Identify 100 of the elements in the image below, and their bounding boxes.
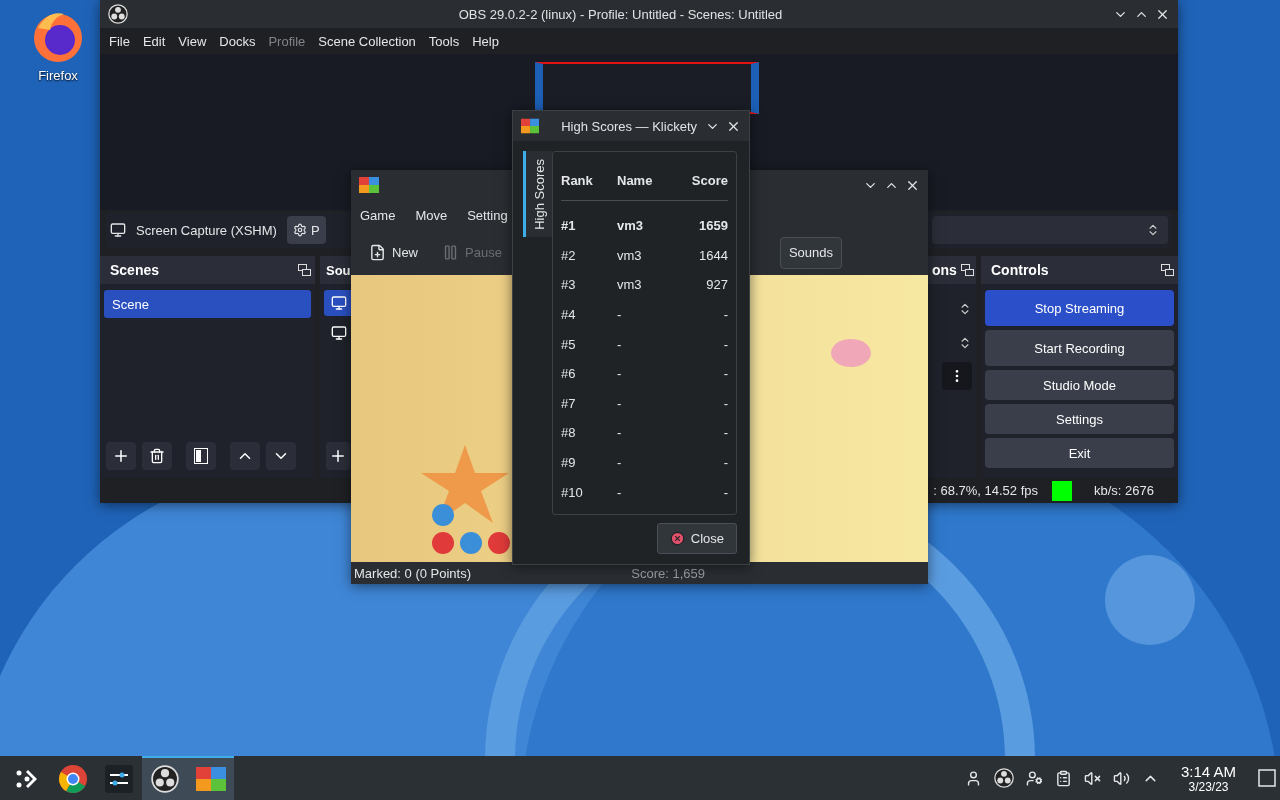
bitrate-stats: kb/s: 2676	[1094, 483, 1154, 498]
source-item[interactable]	[324, 290, 354, 316]
scene-item[interactable]: Scene	[104, 290, 311, 318]
control-button[interactable]: Studio Mode	[985, 370, 1174, 400]
menu-item[interactable]: View	[178, 33, 207, 49]
score-status: Score: 1,659	[631, 565, 705, 581]
undock-icon	[298, 264, 311, 276]
table-cell-text: #9	[561, 455, 577, 471]
menu-item[interactable]: Move	[415, 207, 448, 223]
volume-icon[interactable]	[1112, 769, 1130, 787]
undock-icon	[1161, 264, 1174, 276]
table-cell-text: 1644	[698, 247, 728, 263]
table-cell-text: #3	[561, 277, 577, 293]
table-cell-text: #1	[561, 218, 577, 234]
table-cell-text: -	[617, 455, 623, 471]
table-cell-text: vm3	[617, 277, 643, 293]
table-cell-text: -	[722, 455, 728, 471]
four-color-icon	[196, 767, 226, 791]
menu-item[interactable]: Docks	[219, 33, 256, 49]
table-cell-text: -	[617, 395, 623, 411]
stream-health-indicator	[1052, 480, 1072, 501]
table-cell-text: 1659	[698, 218, 728, 234]
clipboard-icon[interactable]	[1054, 769, 1072, 787]
table-cell-text: -	[722, 307, 728, 323]
table-cell-text: #6	[561, 366, 577, 382]
menu-item[interactable]: Scene Collection	[318, 33, 416, 49]
table-cell-text: vm3	[617, 247, 643, 263]
obs-logo-icon	[151, 765, 179, 793]
table-cell-text: -	[722, 425, 728, 441]
menu-item[interactable]: Edit	[142, 33, 166, 49]
table-cell-text: #5	[561, 336, 577, 352]
properties-button[interactable]: P	[286, 216, 326, 244]
add-button[interactable]	[106, 442, 136, 470]
table-cell-text: -	[617, 366, 623, 382]
control-button[interactable]: Settings	[985, 404, 1174, 434]
column-header: Rank	[561, 172, 594, 188]
dock-title: Sou	[326, 262, 351, 278]
monitor-icon	[331, 325, 347, 341]
plus-icon	[112, 447, 130, 465]
menu-item[interactable]: Setting	[467, 207, 508, 223]
table-cell-text: -	[617, 484, 623, 500]
table-cell-text: -	[617, 425, 623, 441]
table-cell-text: -	[722, 395, 728, 411]
filter-icon	[194, 448, 208, 464]
move-up-button[interactable]	[230, 442, 260, 470]
toolbar-button[interactable]: New	[361, 236, 426, 269]
menu-item[interactable]: Tools	[428, 33, 460, 49]
column-header: Name	[617, 172, 654, 188]
monitor-icon	[331, 295, 347, 311]
close-circle-icon	[669, 531, 685, 546]
dock-title: Controls	[991, 262, 1049, 278]
window-title: OBS 29.0.2-2 (linux) - Profile: Untitled - Scenes: Untitled	[457, 6, 784, 22]
table-cell-text: vm3	[617, 218, 645, 234]
column-header: Score	[690, 172, 728, 188]
high-scores-tab[interactable]: High Scores	[523, 151, 552, 237]
dock-title: Scenes	[110, 262, 160, 278]
dock-title: ons	[932, 262, 957, 278]
obs-tray-icon	[993, 768, 1014, 788]
move-down-button[interactable]	[266, 442, 296, 470]
four-color-icon	[359, 177, 379, 193]
sliders-icon	[105, 765, 133, 793]
browser-icon	[58, 764, 88, 794]
control-button[interactable]: Stop Streaming	[985, 290, 1174, 326]
four-color-icon	[521, 118, 540, 134]
clock[interactable]: 3:14 AM 3/23/23	[1180, 762, 1236, 794]
source-name: Screen Capture (XSHM)	[136, 222, 277, 238]
taskbar-app[interactable]	[142, 756, 188, 800]
obs-logo-icon	[108, 4, 128, 24]
user-settings-icon[interactable]	[1025, 769, 1043, 787]
table-cell-text: #2	[561, 247, 577, 263]
plus-icon	[329, 447, 347, 465]
table-cell-text: #10	[561, 484, 584, 500]
show-desktop-icon[interactable]	[1258, 769, 1276, 787]
table-cell-text: #8	[561, 425, 577, 441]
table-cell-text: -	[722, 366, 728, 382]
menu-item[interactable]: Help	[472, 33, 499, 49]
new-file-icon	[369, 244, 386, 261]
add-button[interactable]	[326, 442, 350, 470]
dialog-title: High Scores — Klickety	[561, 118, 697, 134]
remove-button[interactable]	[142, 442, 172, 470]
pause-icon	[442, 244, 459, 261]
settings-icon	[292, 223, 307, 237]
table-cell-text: #7	[561, 395, 577, 411]
close-button[interactable]: Close	[656, 523, 737, 554]
table-cell-text: -	[617, 307, 623, 323]
filter-button[interactable]	[186, 442, 216, 470]
desktop-icon-label[interactable]: Firefox	[38, 68, 78, 83]
menu-item[interactable]: File	[109, 33, 130, 49]
monitor-icon	[110, 222, 126, 238]
table-cell-text: -	[617, 336, 623, 352]
table-cell-text: 927	[705, 277, 728, 293]
toolbar-button[interactable]: Sounds	[779, 236, 842, 269]
performance-stats: : 68.7%, 14.52 fps	[933, 483, 1038, 498]
menu-item[interactable]: Game	[360, 207, 396, 223]
muted-speaker-icon[interactable]	[1083, 769, 1101, 787]
table-cell-text: #4	[561, 307, 577, 323]
control-button[interactable]: Exit	[985, 438, 1174, 468]
marked-status: Marked: 0 (0 Points)	[354, 565, 472, 581]
table-cell-text: -	[722, 336, 728, 352]
control-button[interactable]: Start Recording	[985, 330, 1174, 366]
